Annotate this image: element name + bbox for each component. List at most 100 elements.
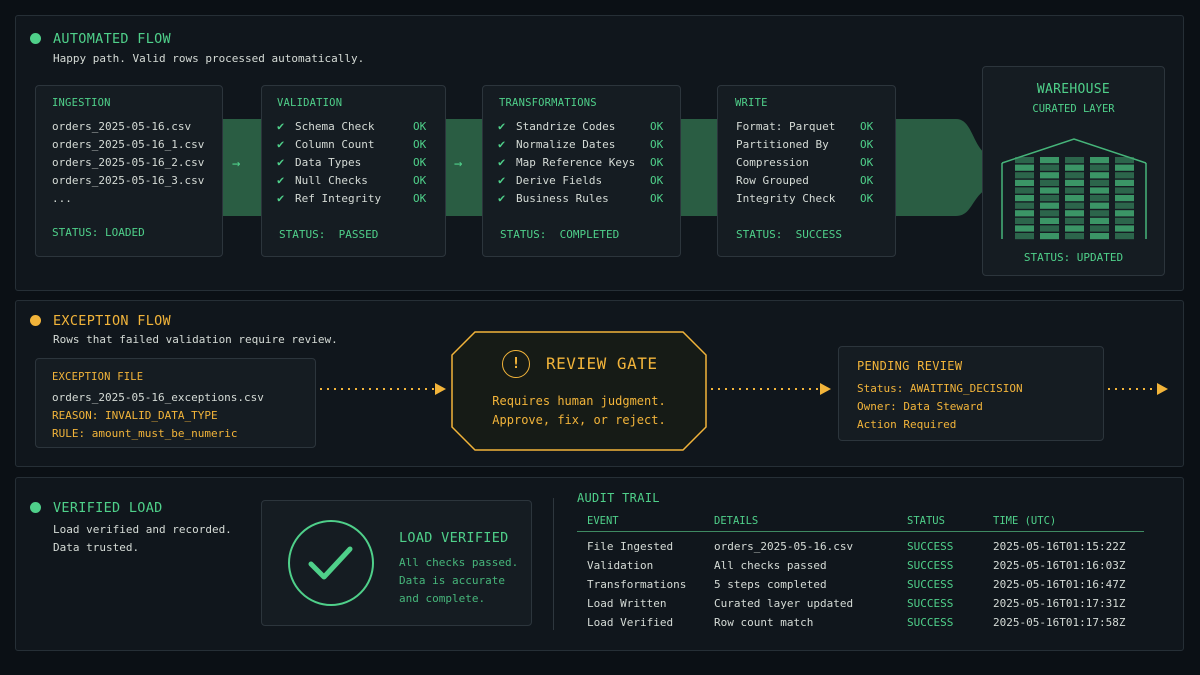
exception-file-title: EXCEPTION FILE: [52, 371, 144, 383]
validation-check-result: OK: [413, 120, 427, 133]
transformations-title: TRANSFORMATIONS: [499, 97, 597, 109]
transformations-step-label: Normalize Dates: [516, 138, 616, 151]
validation-check-result: OK: [413, 156, 427, 169]
ingestion-file: orders_2025-05-16_1.csv: [52, 138, 205, 151]
exception-rule-label: RULE:: [52, 427, 92, 440]
check-icon: ✔: [277, 137, 285, 151]
review-gate-line2: Approve, fix, or reject.: [492, 413, 666, 427]
audit-cell-time: 2025-05-16T01:16:47Z: [993, 578, 1126, 591]
dotted-arrow-1: [320, 383, 446, 395]
exception-file-rule: RULE: amount_must_be_numeric: [52, 427, 237, 440]
pending-review-status: Status: AWAITING_DECISION: [857, 382, 1023, 395]
check-icon: ✔: [498, 119, 506, 133]
transformations-card: TRANSFORMATIONS ✔ Standrize Codes OK ✔ N…: [482, 85, 681, 257]
audit-cell-event: Load Verified: [587, 616, 674, 629]
audit-cell-event: Transformations: [587, 578, 687, 591]
audit-cell-status: SUCCESS: [907, 616, 954, 629]
audit-cell-time: 2025-05-16T01:17:31Z: [993, 597, 1126, 610]
review-gate-shape: [451, 331, 707, 451]
audit-cell-details: orders_2025-05-16.csv: [714, 540, 854, 553]
ingestion-status: STATUS: LOADED: [52, 226, 145, 239]
load-verified-title: LOAD VERIFIED: [399, 530, 509, 546]
transformations-step-result: OK: [650, 192, 664, 205]
audit-trail-title: AUDIT TRAIL: [577, 491, 660, 505]
checkmark-circle-icon: [288, 520, 374, 606]
arrow-right-icon: →: [454, 156, 463, 172]
verified-status-dot: [30, 502, 41, 513]
audit-cell-time: 2025-05-16T01:15:22Z: [993, 540, 1126, 553]
warning-icon: !: [502, 350, 530, 378]
exception-file-name: orders_2025-05-16_exceptions.csv: [52, 391, 264, 404]
validation-title: VALIDATION: [277, 97, 343, 109]
ingestion-file-more: ...: [52, 192, 72, 205]
ingestion-card: INGESTION orders_2025-05-16.csv orders_2…: [35, 85, 223, 257]
exception-status-dot: [30, 315, 41, 326]
write-item-label: Row Grouped: [736, 174, 809, 187]
audit-cell-event: File Ingested: [587, 540, 674, 553]
write-item-result: OK: [860, 174, 874, 187]
validation-card: VALIDATION ✔ Schema Check OK ✔ Column Co…: [261, 85, 446, 257]
write-item-result: OK: [860, 156, 874, 169]
audit-header-rule: [577, 531, 1144, 532]
check-icon: ✔: [498, 155, 506, 169]
arrow-right-icon: →: [232, 156, 241, 172]
transformations-step-label: Map Reference Keys: [516, 156, 636, 169]
review-gate-title: REVIEW GATE: [546, 354, 658, 373]
pending-review-owner: Owner: Data Steward: [857, 400, 983, 413]
transformations-step-result: OK: [650, 120, 664, 133]
audit-cell-time: 2025-05-16T01:16:03Z: [993, 559, 1126, 572]
write-item-result: OK: [860, 120, 874, 133]
validation-check-result: OK: [413, 138, 427, 151]
audit-cell-details: All checks passed: [714, 559, 827, 572]
exception-file-reason: REASON: INVALID_DATA_TYPE: [52, 409, 218, 422]
validation-check-label: Data Types: [295, 156, 362, 169]
audit-header-details: DETAILS: [714, 515, 759, 527]
write-item-result: OK: [860, 192, 874, 205]
transformations-status: STATUS: COMPLETED: [500, 228, 620, 241]
write-card: WRITE Format: Parquet OK Partitioned By …: [717, 85, 896, 257]
audit-cell-event: Validation: [587, 559, 654, 572]
pending-review-card: PENDING REVIEW Status: AWAITING_DECISION…: [838, 346, 1104, 441]
audit-cell-details: Curated layer updated: [714, 597, 854, 610]
automated-flow-title: AUTOMATED FLOW: [53, 31, 171, 47]
audit-divider: [553, 498, 554, 630]
warehouse-subtitle: CURATED LAYER: [1032, 103, 1115, 115]
write-status: STATUS: SUCCESS: [736, 228, 842, 241]
write-item-label: Integrity Check: [736, 192, 836, 205]
exception-flow-subtitle: Rows that failed validation require revi…: [53, 333, 338, 346]
exception-rule-value: amount_must_be_numeric: [91, 427, 238, 440]
verified-load-title: VERIFIED LOAD: [53, 500, 163, 516]
audit-cell-status: SUCCESS: [907, 559, 954, 572]
exception-flow-title: EXCEPTION FLOW: [53, 313, 171, 329]
validation-check-label: Schema Check: [295, 120, 375, 133]
validation-check-result: OK: [413, 192, 427, 205]
check-icon: ✔: [498, 191, 506, 205]
pending-review-title: PENDING REVIEW: [857, 359, 963, 373]
verified-load-line2: Data trusted.: [53, 541, 140, 554]
write-title: WRITE: [735, 97, 768, 109]
validation-check-label: Ref Integrity: [295, 192, 382, 205]
write-item-label: Format: Parquet: [736, 120, 836, 133]
ingestion-file: orders_2025-05-16_3.csv: [52, 174, 205, 187]
audit-cell-status: SUCCESS: [907, 578, 954, 591]
transformations-step-label: Derive Fields: [516, 174, 603, 187]
ingestion-file: orders_2025-05-16.csv: [52, 120, 192, 133]
automated-flow-subtitle: Happy path. Valid rows processed automat…: [53, 52, 365, 65]
audit-cell-time: 2025-05-16T01:17:58Z: [993, 616, 1126, 629]
validation-check-result: OK: [413, 174, 427, 187]
warehouse-status: STATUS: UPDATED: [1023, 251, 1124, 264]
warehouse-icon: [1001, 138, 1147, 240]
audit-cell-event: Load Written: [587, 597, 667, 610]
load-verified-card: LOAD VERIFIED All checks passed. Data is…: [261, 500, 532, 626]
verified-load-line1: Load verified and recorded.: [53, 523, 232, 536]
dotted-arrow-2: [711, 383, 831, 395]
write-item-label: Partitioned By: [736, 138, 829, 151]
exception-file-card: EXCEPTION FILE orders_2025-05-16_excepti…: [35, 358, 316, 448]
load-verified-line3: and complete.: [399, 592, 486, 605]
audit-header-event: EVENT: [587, 515, 619, 527]
check-icon: ✔: [277, 119, 285, 133]
load-verified-line1: All checks passed.: [399, 556, 519, 569]
transformations-step-label: Standrize Codes: [516, 120, 616, 133]
write-item-result: OK: [860, 138, 874, 151]
audit-cell-details: Row count match: [714, 616, 814, 629]
